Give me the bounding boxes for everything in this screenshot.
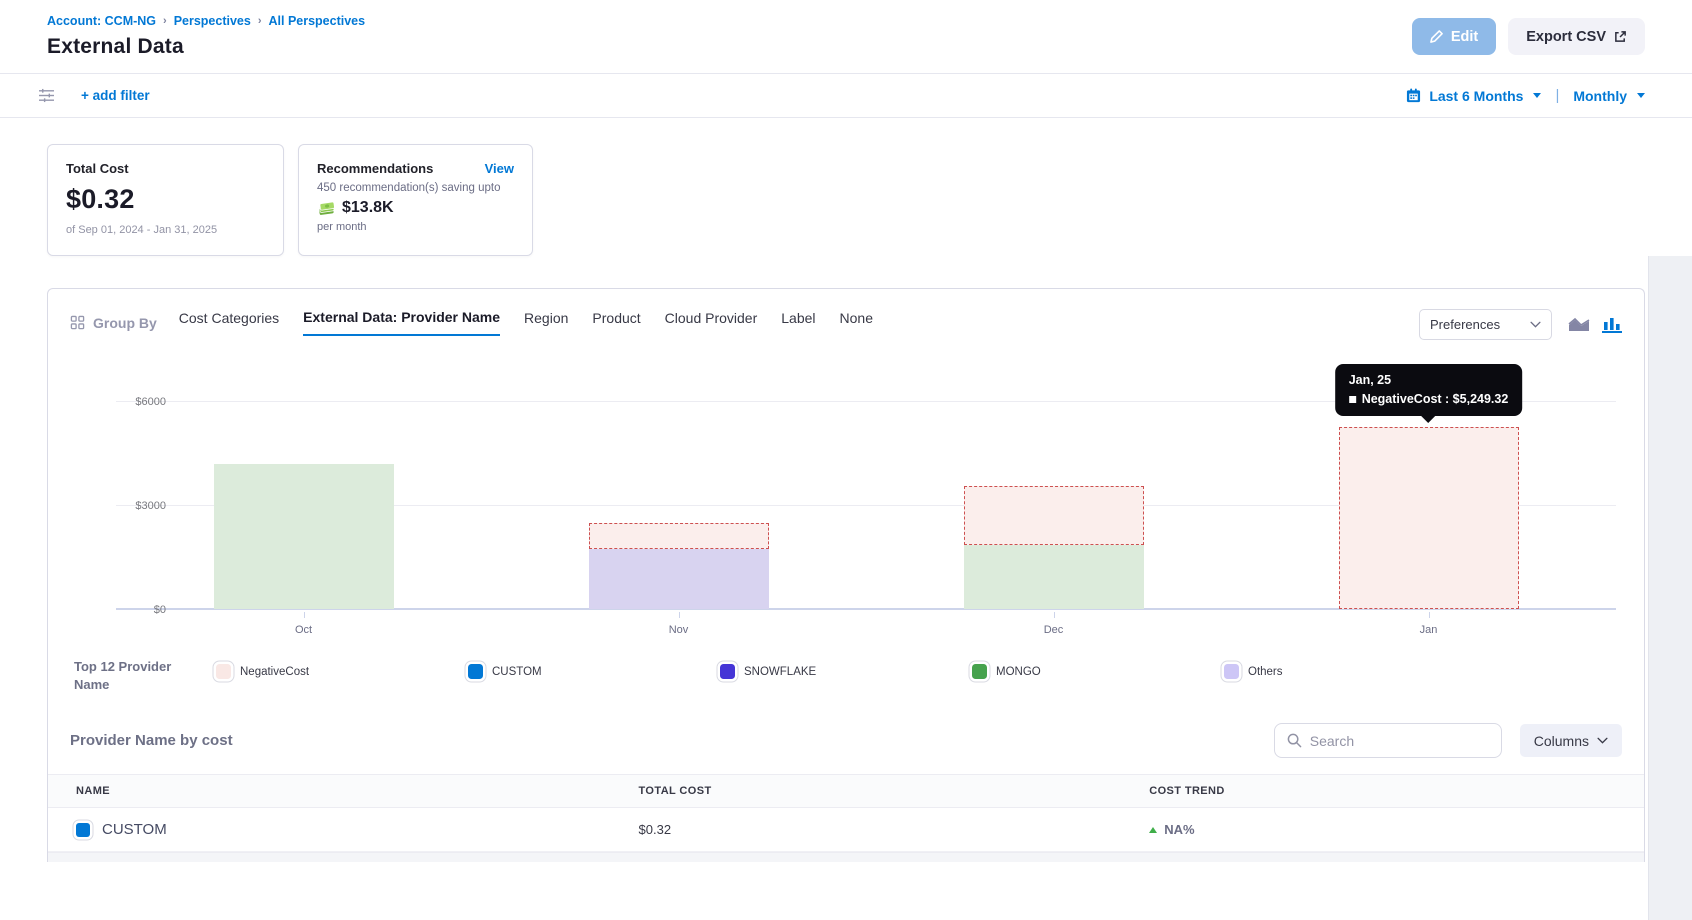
column-header-total-cost: TOTAL COST <box>639 775 1150 808</box>
bar-chart-icon[interactable] <box>1602 316 1622 333</box>
table-row[interactable]: CUSTOM $0.32 NA% <box>48 808 1644 852</box>
page-title: External Data <box>47 35 365 59</box>
time-range-select[interactable]: Last 6 Months <box>1429 88 1523 104</box>
legend-swatch <box>216 664 231 679</box>
breadcrumb-all-perspectives[interactable]: All Perspectives <box>269 14 366 28</box>
chevron-right-icon: › <box>258 15 262 27</box>
recommendations-title: Recommendations <box>317 161 433 176</box>
breadcrumb-perspectives[interactable]: Perspectives <box>174 14 251 28</box>
tooltip-series-marker <box>1349 396 1356 403</box>
search-box <box>1274 723 1502 758</box>
legend-swatch <box>972 664 987 679</box>
column-header-name: NAME <box>48 775 639 808</box>
bar-nov[interactable] <box>491 370 866 609</box>
legend-swatch <box>468 664 483 679</box>
tooltip-value: NegativeCost : $5,249.32 <box>1362 392 1509 406</box>
table-header-row: NAME TOTAL COST COST TREND <box>48 775 1644 808</box>
pencil-icon <box>1430 30 1443 43</box>
preferences-dropdown[interactable]: Preferences <box>1419 309 1552 340</box>
chevron-down-icon <box>1530 321 1541 328</box>
summary-cards: Total Cost $0.32 of Sep 01, 2024 - Jan 3… <box>47 144 1645 256</box>
money-icon <box>317 201 336 216</box>
tab-none[interactable]: None <box>840 310 873 335</box>
group-by-row: Group By Cost Categories External Data: … <box>48 289 1644 340</box>
bar-dec[interactable] <box>866 370 1241 609</box>
x-tick-nov: Nov <box>491 616 866 636</box>
area-chart-icon[interactable] <box>1568 316 1590 333</box>
legend-item-mongo[interactable]: MONGO <box>972 664 1224 679</box>
perspective-panel: Group By Cost Categories External Data: … <box>47 288 1645 862</box>
view-recommendations-link[interactable]: View <box>485 161 514 176</box>
savings-period: per month <box>317 221 514 233</box>
chart-legend: Top 12 Provider Name NegativeCost CUSTOM… <box>48 648 1644 693</box>
chevron-right-icon: › <box>163 15 167 27</box>
cost-trend-cell: NA% <box>1164 822 1194 837</box>
search-input[interactable] <box>1310 733 1491 749</box>
total-cost-title: Total Cost <box>66 161 265 176</box>
trend-up-icon <box>1149 827 1157 833</box>
x-tick-dec: Dec <box>866 616 1241 636</box>
legend-swatch <box>720 664 735 679</box>
tab-cloud-provider[interactable]: Cloud Provider <box>665 310 758 335</box>
total-cost-card: Total Cost $0.32 of Sep 01, 2024 - Jan 3… <box>47 144 284 256</box>
content-area: Total Cost $0.32 of Sep 01, 2024 - Jan 3… <box>0 118 1692 862</box>
provider-cost-table: NAME TOTAL COST COST TREND CUSTOM $0.32 <box>48 774 1644 852</box>
calendar-icon <box>1406 88 1421 103</box>
scrollbar-track[interactable] <box>1648 256 1692 920</box>
group-by-tabs: Cost Categories External Data: Provider … <box>179 309 873 336</box>
tooltip-title: Jan, 25 <box>1349 373 1509 387</box>
provider-color-swatch <box>76 823 90 837</box>
x-axis-labels: Oct Nov Dec Jan <box>116 616 1616 636</box>
add-filter-button[interactable]: + add filter <box>81 88 150 103</box>
tab-label[interactable]: Label <box>781 310 815 335</box>
table-title: Provider Name by cost <box>70 732 233 749</box>
total-cost-cell: $0.32 <box>639 808 1150 852</box>
edit-button[interactable]: Edit <box>1412 18 1496 55</box>
provider-name-cell: CUSTOM <box>102 821 167 838</box>
chevron-down-icon <box>1597 737 1608 744</box>
page-header: Account: CCM-NG › Perspectives › All Per… <box>0 0 1692 74</box>
recommendations-subtitle: 450 recommendation(s) saving upto <box>317 182 514 194</box>
recommendations-card: Recommendations View 450 recommendation(… <box>298 144 533 256</box>
x-tick-oct: Oct <box>116 616 491 636</box>
granularity-select[interactable]: Monthly <box>1573 88 1627 104</box>
sliders-icon[interactable] <box>38 88 55 103</box>
bar-oct[interactable] <box>116 370 491 609</box>
total-cost-value: $0.32 <box>66 184 265 215</box>
x-tick-jan: Jan <box>1241 616 1616 636</box>
chart-tooltip: Jan, 25 NegativeCost : $5,249.32 <box>1335 364 1523 416</box>
tab-external-data-provider-name[interactable]: External Data: Provider Name <box>303 309 500 336</box>
legend-item-others[interactable]: Others <box>1224 664 1476 679</box>
header-actions: Edit Export CSV <box>1412 18 1645 55</box>
table-row-partial <box>48 852 1644 862</box>
columns-button[interactable]: Columns <box>1520 724 1622 757</box>
header-left: Account: CCM-NG › Perspectives › All Per… <box>47 14 365 59</box>
grid-icon <box>70 315 85 330</box>
export-csv-button[interactable]: Export CSV <box>1508 18 1645 55</box>
legend-item-snowflake[interactable]: SNOWFLAKE <box>720 664 972 679</box>
cost-chart: $6000 $3000 $0 Jan, 25 NegativeCost : $5… <box>58 370 1624 648</box>
tab-region[interactable]: Region <box>524 310 568 335</box>
chart-plot: $6000 $3000 $0 Jan, 25 NegativeCost : $5… <box>116 370 1616 610</box>
tab-product[interactable]: Product <box>592 310 640 335</box>
filter-bar: + add filter Last 6 Months | Monthly <box>0 74 1692 118</box>
divider: | <box>1555 87 1559 104</box>
savings-value: $13.8K <box>342 199 394 217</box>
legend-item-negativecost[interactable]: NegativeCost <box>216 664 468 679</box>
magnifier-icon <box>1287 733 1302 748</box>
legend-item-custom[interactable]: CUSTOM <box>468 664 720 679</box>
group-by-label: Group By <box>70 315 157 331</box>
column-header-cost-trend: COST TREND <box>1149 775 1644 808</box>
legend-caption: Top 12 Provider Name <box>74 658 192 693</box>
external-link-icon <box>1614 30 1627 43</box>
tab-cost-categories[interactable]: Cost Categories <box>179 310 279 335</box>
breadcrumb-account[interactable]: Account: CCM-NG <box>47 14 156 28</box>
legend-swatch <box>1224 664 1239 679</box>
total-cost-period: of Sep 01, 2024 - Jan 31, 2025 <box>66 224 265 236</box>
chevron-down-icon <box>1533 93 1541 98</box>
breadcrumb: Account: CCM-NG › Perspectives › All Per… <box>47 14 365 28</box>
table-toolbar: Provider Name by cost Columns <box>48 693 1644 774</box>
chevron-down-icon <box>1637 93 1645 98</box>
